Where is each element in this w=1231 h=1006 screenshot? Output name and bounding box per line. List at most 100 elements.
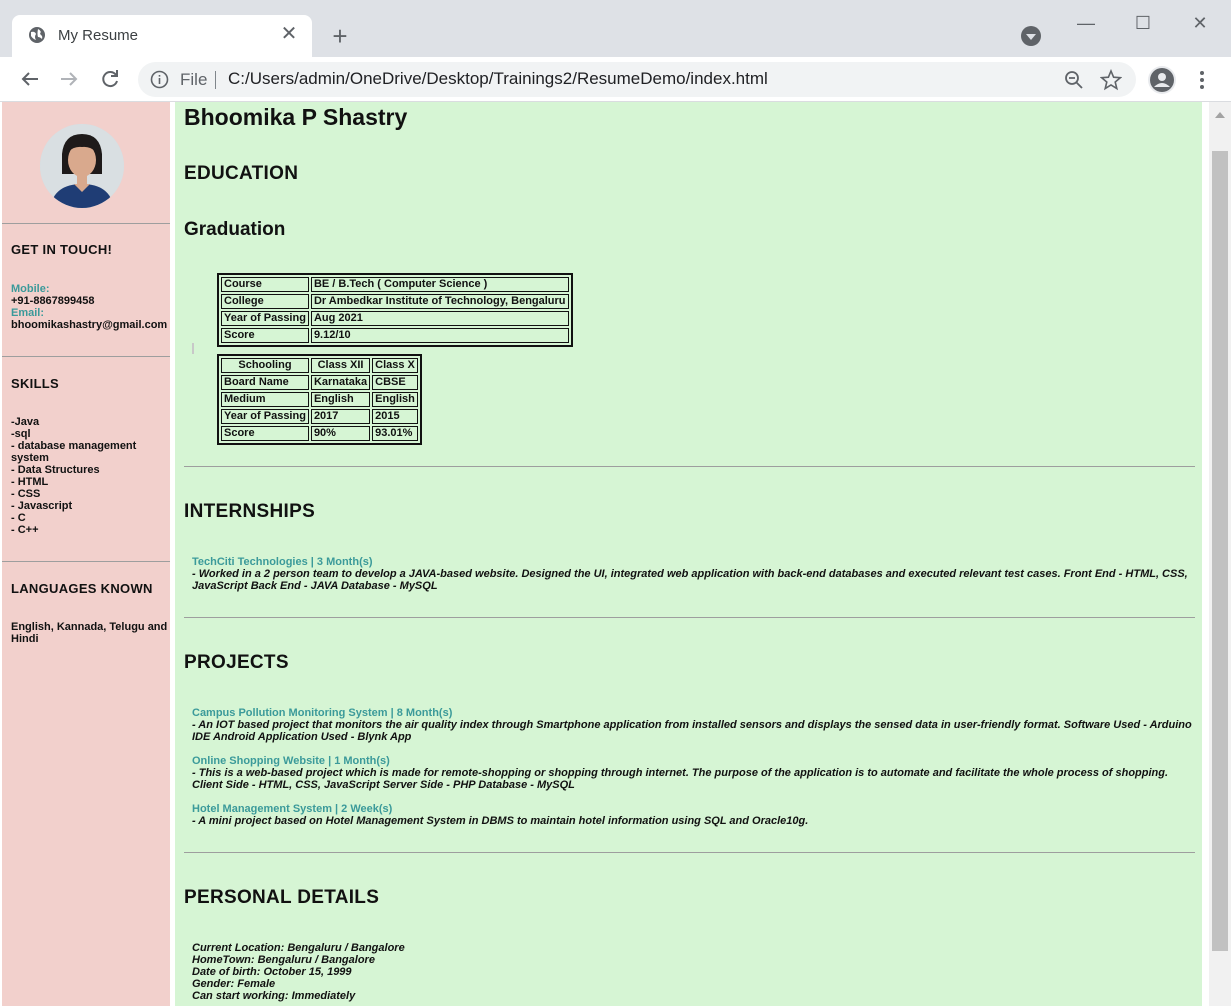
table-header-cell: Class X (372, 358, 418, 373)
table-row: Score 9.12/10 (221, 328, 569, 343)
resume-sidebar: GET IN TOUCH! Mobile: +91-8867899458 Ema… (2, 102, 170, 1006)
table-header-cell: Class XII (310, 358, 371, 373)
skill-item: -Java (11, 416, 40, 428)
table-cell: 2015 (372, 409, 418, 424)
sidebar-divider (2, 561, 170, 562)
candidate-name: Bhoomika P Shastry (184, 104, 408, 130)
skill-item: - CSS (11, 488, 41, 500)
table-row: Year of Passing 2017 2015 (221, 409, 418, 424)
table-cell: English (372, 392, 418, 407)
star-icon[interactable] (1100, 69, 1122, 91)
table-spacer-mark (192, 343, 194, 354)
internship-description: - Worked in a 2 person team to develop a… (192, 568, 1188, 592)
window-close-icon[interactable]: ✕ (1178, 8, 1222, 38)
profile-photo (40, 124, 124, 208)
project-description: - This is a web-based project which is m… (192, 767, 1169, 791)
skills-heading: SKILLS (11, 376, 60, 391)
table-cell: Medium (221, 392, 309, 407)
project-description: - An IOT based project that monitors the… (192, 719, 1192, 743)
section-divider (184, 852, 1195, 853)
tab-my-resume[interactable]: My Resume ✕ (12, 15, 312, 57)
sidebar-divider (2, 356, 170, 357)
project-title: Campus Pollution Monitoring System | 8 M… (192, 707, 453, 719)
internship-title: TechCiti Technologies | 3 Month(s) (192, 556, 373, 568)
skill-item: - Data Structures (11, 464, 100, 476)
skills-list: -Java -sql - database management system … (11, 416, 169, 536)
skill-item: - C (11, 512, 26, 524)
skill-item: -sql (11, 428, 31, 440)
scroll-up-arrow-icon[interactable] (1215, 112, 1225, 118)
back-arrow-icon[interactable] (16, 65, 44, 93)
plus-icon[interactable]: + (326, 22, 354, 50)
projects-heading: PROJECTS (184, 652, 289, 673)
table-cell: Year of Passing (221, 311, 309, 326)
browser-toolbar: File C:/Users/admin/OneDrive/Desktop/Tra… (0, 57, 1231, 102)
skill-item: - database management system (11, 440, 137, 464)
email-label: Email: (11, 307, 45, 319)
resume-main: Bhoomika P Shastry EDUCATION Graduation … (175, 102, 1202, 1006)
schooling-table: Schooling Class XII Class X Board Name K… (217, 354, 422, 445)
mobile-value: +91-8867899458 (11, 295, 95, 307)
table-cell: 90% (310, 426, 371, 441)
forward-arrow-icon[interactable] (55, 65, 83, 93)
zoom-out-icon[interactable] (1064, 70, 1084, 90)
table-row: Course BE / B.Tech ( Computer Science ) (221, 277, 569, 292)
table-cell: Score (221, 426, 309, 441)
table-row: Year of Passing Aug 2021 (221, 311, 569, 326)
table-cell: Score (221, 328, 309, 343)
globe-icon (29, 27, 45, 43)
address-separator (215, 71, 216, 89)
table-cell: 9.12/10 (310, 328, 569, 343)
table-row: Medium English English (221, 392, 418, 407)
scrollbar-thumb[interactable] (1212, 151, 1228, 951)
page-viewport: GET IN TOUCH! Mobile: +91-8867899458 Ema… (0, 102, 1231, 1006)
personal-detail-line: Can start working: Immediately (192, 990, 356, 1002)
table-cell: Board Name (221, 375, 309, 390)
table-cell: Dr Ambedkar Institute of Technology, Ben… (310, 294, 569, 309)
sidebar-divider (2, 223, 170, 224)
table-row: Score 90% 93.01% (221, 426, 418, 441)
reload-icon[interactable] (96, 65, 124, 93)
mobile-label: Mobile: (11, 283, 50, 295)
account-icon[interactable] (1148, 66, 1176, 94)
section-divider (184, 617, 1195, 618)
graduation-table: Course BE / B.Tech ( Computer Science ) … (217, 273, 573, 347)
address-bar[interactable]: File C:/Users/admin/OneDrive/Desktop/Tra… (138, 62, 1136, 97)
education-heading: EDUCATION (184, 163, 299, 184)
graduation-heading: Graduation (184, 219, 286, 240)
url-text[interactable]: C:/Users/admin/OneDrive/Desktop/Training… (228, 69, 768, 89)
project-title: Hotel Management System | 2 Week(s) (192, 803, 393, 815)
table-cell: 2017 (310, 409, 371, 424)
table-cell: Course (221, 277, 309, 292)
profile-dropdown-icon[interactable] (1021, 26, 1041, 46)
info-icon[interactable] (150, 70, 169, 89)
table-row: Board Name Karnataka CBSE (221, 375, 418, 390)
skill-item: - Javascript (11, 500, 73, 512)
personal-detail-line: Current Location: Bengaluru / Bangalore (192, 942, 405, 954)
languages-heading: LANGUAGES KNOWN (11, 581, 153, 596)
table-cell: CBSE (372, 375, 418, 390)
minimize-icon[interactable]: — (1064, 8, 1108, 38)
table-header-cell: Schooling (221, 358, 309, 373)
table-cell: Year of Passing (221, 409, 309, 424)
internships-heading: INTERNSHIPS (184, 501, 316, 522)
personal-details-heading: PERSONAL DETAILS (184, 887, 380, 908)
tab-strip: My Resume ✕ + — ☐ ✕ (0, 0, 1231, 57)
table-cell: Aug 2021 (310, 311, 569, 326)
table-cell: 93.01% (372, 426, 418, 441)
browser-chrome: My Resume ✕ + — ☐ ✕ File C:/Users/admin/… (0, 0, 1231, 102)
close-icon[interactable]: ✕ (278, 23, 300, 45)
maximize-icon[interactable]: ☐ (1121, 8, 1165, 38)
url-scheme-label: File (180, 70, 208, 89)
skill-item: - C++ (11, 524, 39, 536)
personal-detail-line: Gender: Female (192, 978, 276, 990)
personal-detail-line: Date of birth: October 15, 1999 (192, 966, 352, 978)
table-header-row: Schooling Class XII Class X (221, 358, 418, 373)
tab-title: My Resume (58, 27, 139, 44)
languages-text: English, Kannada, Telugu and Hindi (11, 621, 168, 645)
kebab-menu-icon[interactable] (1192, 66, 1212, 94)
table-cell: College (221, 294, 309, 309)
table-row: College Dr Ambedkar Institute of Technol… (221, 294, 569, 309)
page-scrollbar[interactable] (1209, 102, 1231, 1006)
skill-item: - HTML (11, 476, 49, 488)
